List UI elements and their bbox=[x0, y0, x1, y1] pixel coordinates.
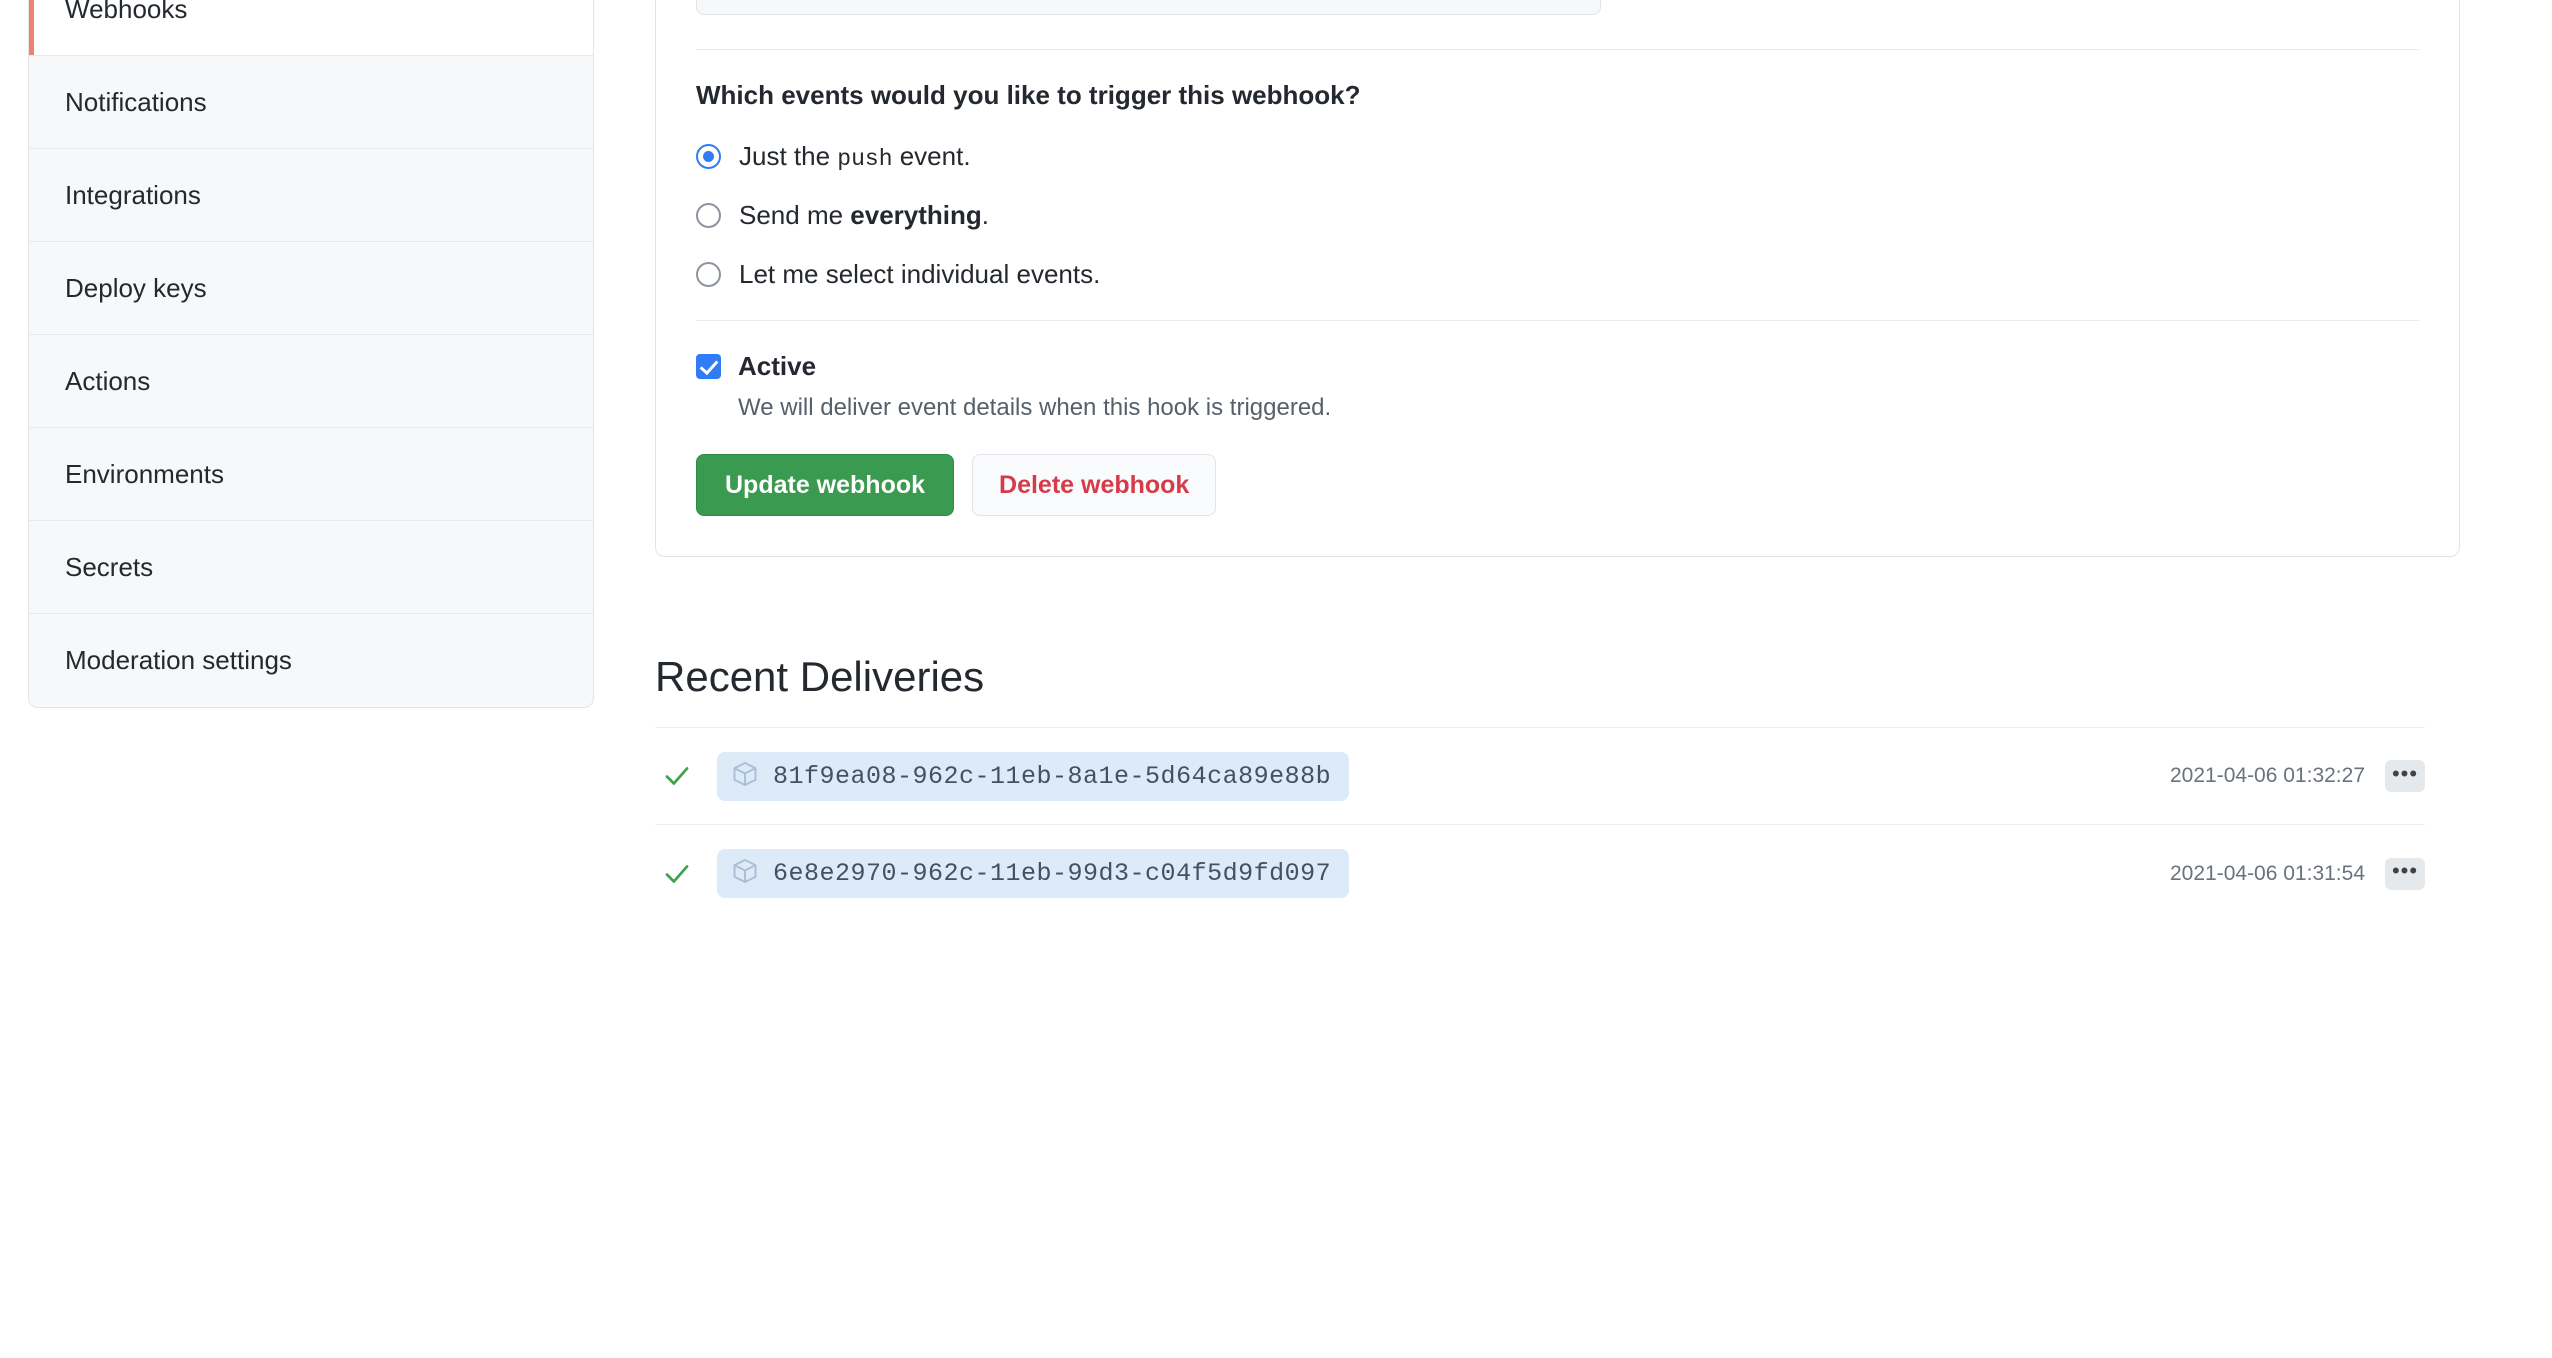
sidebar-item-label: Environments bbox=[65, 458, 224, 489]
divider bbox=[696, 320, 2419, 321]
delete-webhook-button[interactable]: Delete webhook bbox=[972, 454, 1217, 516]
active-help-text: We will deliver event details when this … bbox=[738, 394, 1332, 421]
radio-select-individual-events[interactable]: Let me select individual events. bbox=[696, 259, 2419, 290]
secret-input[interactable] bbox=[696, 0, 1601, 15]
table-row: 6e8e2970-962c-11eb-99d3-c04f5d9fd097 202… bbox=[655, 825, 2425, 922]
sidebar-item-notifications[interactable]: Notifications bbox=[29, 56, 593, 149]
divider bbox=[696, 49, 2419, 50]
active-checkbox-row[interactable]: Active bbox=[696, 351, 2419, 382]
delivery-timestamp: 2021-04-06 01:32:27 bbox=[2170, 764, 2365, 787]
sidebar-item-label: Integrations bbox=[65, 179, 201, 210]
radio-label-prefix: Send me bbox=[739, 200, 851, 230]
delivery-guid-chip[interactable]: 6e8e2970-962c-11eb-99d3-c04f5d9fd097 bbox=[717, 849, 1350, 898]
radio-indicator bbox=[696, 144, 721, 169]
delivery-options-menu-button[interactable]: ••• bbox=[2385, 857, 2425, 890]
recent-deliveries-title: Recent Deliveries bbox=[655, 653, 985, 700]
update-webhook-button[interactable]: Update webhook bbox=[696, 454, 955, 516]
sidebar-item-label: Actions bbox=[65, 365, 151, 396]
active-label: Active bbox=[738, 351, 817, 381]
events-question: Which events would you like to trigger t… bbox=[696, 80, 1361, 110]
radio-label-prefix: Just the bbox=[739, 141, 838, 171]
delivery-timestamp: 2021-04-06 01:31:54 bbox=[2170, 861, 2365, 885]
radio-label-code: push bbox=[837, 146, 893, 172]
package-cube-icon bbox=[731, 760, 759, 793]
delivery-guid-chip[interactable]: 81f9ea08-962c-11eb-8a1e-5d64ca89e88b bbox=[717, 751, 1350, 801]
success-check-icon bbox=[655, 859, 699, 889]
settings-sidebar: Webhooks Notifications Integrations Depl… bbox=[28, 0, 594, 708]
sidebar-item-deploy-keys[interactable]: Deploy keys bbox=[29, 242, 593, 335]
sidebar-item-environments[interactable]: Environments bbox=[29, 428, 593, 521]
sidebar-item-label: Moderation settings bbox=[65, 645, 292, 675]
table-row: 81f9ea08-962c-11eb-8a1e-5d64ca89e88b 202… bbox=[655, 728, 2425, 825]
webhook-form-card: Content type application/x-www-form-urle… bbox=[655, 0, 2460, 557]
radio-indicator bbox=[696, 203, 721, 228]
success-check-icon bbox=[655, 761, 699, 791]
radio-just-push-event[interactable]: Just the push event. bbox=[696, 141, 2419, 172]
form-actions: Update webhook Delete webhook bbox=[696, 454, 2419, 516]
sidebar-item-label: Notifications bbox=[65, 86, 207, 117]
sidebar-item-moderation-settings[interactable]: Moderation settings bbox=[29, 614, 593, 707]
webhook-settings-page: Webhooks Notifications Integrations Depl… bbox=[0, 0, 2552, 1358]
secret-field: Secret bbox=[696, 0, 2419, 15]
recent-deliveries-section: Recent Deliveries 81f9ea08-962c-11eb-8a1… bbox=[655, 653, 2460, 922]
radio-label-strong: everything bbox=[850, 200, 982, 230]
sidebar-item-webhooks[interactable]: Webhooks bbox=[29, 0, 593, 56]
sidebar-item-integrations[interactable]: Integrations bbox=[29, 149, 593, 242]
radio-label: Let me select individual events. bbox=[739, 259, 1101, 289]
delivery-guid: 81f9ea08-962c-11eb-8a1e-5d64ca89e88b bbox=[773, 761, 1332, 791]
package-cube-icon bbox=[731, 857, 759, 890]
radio-send-everything[interactable]: Send me everything. bbox=[696, 200, 2419, 231]
radio-indicator bbox=[696, 262, 721, 287]
checkbox-indicator bbox=[696, 354, 721, 379]
sidebar-item-label: Webhooks bbox=[65, 0, 188, 24]
sidebar-item-label: Secrets bbox=[65, 551, 154, 582]
delivery-guid: 6e8e2970-962c-11eb-99d3-c04f5d9fd097 bbox=[773, 859, 1332, 888]
sidebar-item-label: Deploy keys bbox=[65, 272, 207, 303]
sidebar-item-actions[interactable]: Actions bbox=[29, 335, 593, 428]
delivery-options-menu-button[interactable]: ••• bbox=[2385, 760, 2425, 792]
radio-label-suffix: event. bbox=[892, 141, 971, 171]
main-content: Content type application/x-www-form-urle… bbox=[655, 0, 2460, 922]
sidebar-item-secrets[interactable]: Secrets bbox=[29, 521, 593, 614]
radio-label-suffix: . bbox=[981, 200, 990, 230]
